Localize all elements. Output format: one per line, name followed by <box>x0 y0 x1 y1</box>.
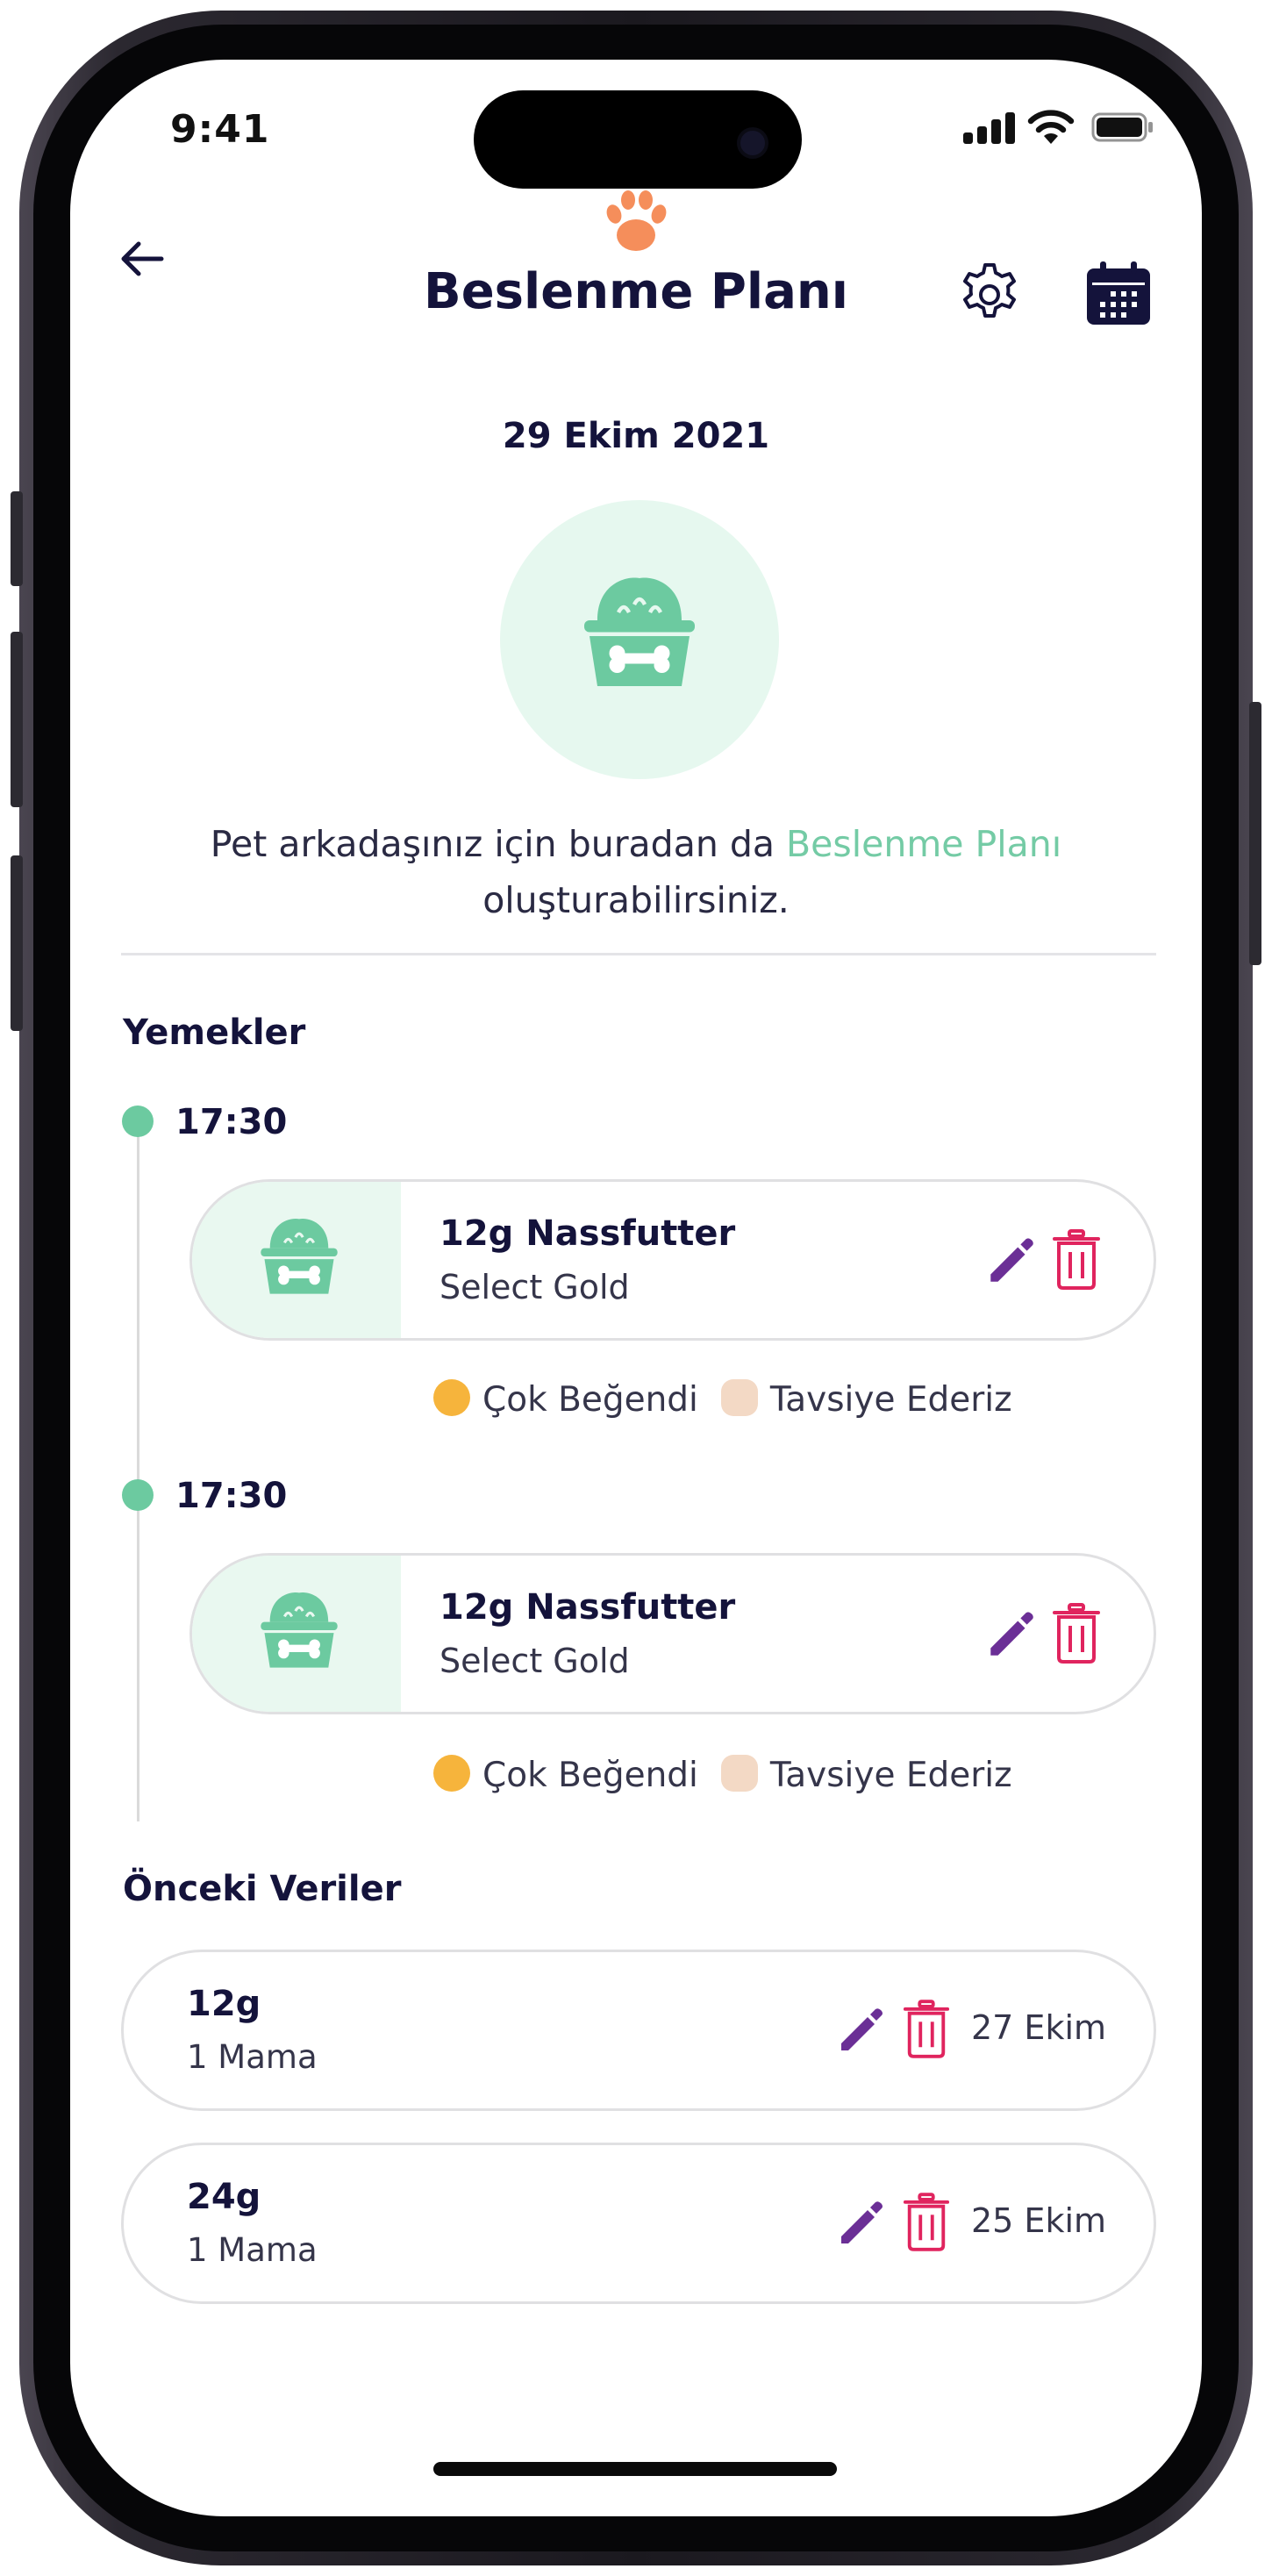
divider <box>121 953 1156 955</box>
description-after: oluşturabilirsiniz. <box>482 879 790 921</box>
thumbs-up-emoji-icon <box>720 1379 758 1416</box>
hero-circle <box>500 500 779 779</box>
status-time: 9:41 <box>170 107 270 152</box>
meal-subtitle: Select Gold <box>439 1642 630 1680</box>
trash-icon[interactable] <box>1052 1603 1101 1664</box>
description-text: Pet arkadaşınız için buradan da Beslenme… <box>175 816 1097 928</box>
arrow-left-icon[interactable] <box>118 237 165 281</box>
meal-thumbnail <box>192 1556 401 1712</box>
home-indicator[interactable] <box>433 2462 837 2476</box>
page-title: Beslenme Planı <box>424 263 848 320</box>
previous-record-card[interactable]: 12g 1 Mama 27 Ekim <box>121 1950 1156 2111</box>
food-bowl-icon <box>261 1219 338 1294</box>
action-button <box>11 491 23 586</box>
record-subtitle: 1 Mama <box>187 2038 318 2076</box>
paw-icon <box>606 190 667 251</box>
heart-eyes-emoji-icon <box>433 1379 470 1416</box>
description-before: Pet arkadaşınız için buradan da <box>210 823 787 865</box>
meal-card[interactable]: 12g Nassfutter Select Gold <box>189 1179 1156 1341</box>
calendar-icon[interactable] <box>1084 260 1153 328</box>
reaction-label: Tavsiye Ederiz <box>769 1380 1012 1420</box>
reaction-label: Tavsiye Ederiz <box>769 1756 1012 1795</box>
reaction-label: Çok Beğendi <box>482 1380 698 1420</box>
wifi-icon <box>1027 110 1075 144</box>
volume-up-button <box>11 632 23 807</box>
timeline-line <box>137 1135 139 1821</box>
trash-icon[interactable] <box>1052 1229 1101 1291</box>
gear-icon[interactable] <box>956 261 1023 328</box>
pencil-icon[interactable] <box>983 1233 1038 1287</box>
food-bowl-icon <box>261 1592 338 1668</box>
trash-icon[interactable] <box>903 2000 950 2059</box>
timeline-dot <box>122 1479 154 1511</box>
battery-icon <box>1091 112 1153 142</box>
record-subtitle: 1 Mama <box>187 2231 318 2269</box>
meal-card[interactable]: 12g Nassfutter Select Gold <box>189 1553 1156 1714</box>
trash-icon[interactable] <box>903 2193 950 2252</box>
record-date: 27 Ekim <box>971 2008 1107 2047</box>
record-amount: 24g <box>187 2177 261 2217</box>
record-date: 25 Ekim <box>971 2201 1107 2240</box>
meal-subtitle: Select Gold <box>439 1268 630 1306</box>
food-bowl-icon <box>584 577 695 686</box>
volume-down-button <box>11 855 23 1031</box>
reaction-label: Çok Beğendi <box>482 1756 698 1795</box>
thumbs-up-emoji-icon <box>720 1755 758 1792</box>
meal-time: 17:30 <box>175 1102 288 1142</box>
meal-time: 17:30 <box>175 1476 288 1516</box>
meals-section-title: Yemekler <box>123 1013 306 1053</box>
meal-title: 12g Nassfutter <box>439 1213 736 1254</box>
pencil-icon[interactable] <box>983 1606 1038 1661</box>
description-link[interactable]: Beslenme Planı <box>786 823 1061 865</box>
selected-date: 29 Ekim 2021 <box>502 416 770 456</box>
record-amount: 12g <box>187 1984 261 2024</box>
heart-eyes-emoji-icon <box>433 1755 470 1792</box>
pencil-icon[interactable] <box>834 2196 887 2249</box>
meal-reactions: Çok Beğendi Tavsiye Ederiz <box>433 1379 1012 1420</box>
meal-thumbnail <box>192 1182 401 1338</box>
meal-reactions: Çok Beğendi Tavsiye Ederiz <box>433 1755 1012 1795</box>
cellular-signal-icon <box>963 112 1016 144</box>
power-button <box>1249 702 1261 965</box>
previous-record-card[interactable]: 24g 1 Mama 25 Ekim <box>121 2143 1156 2304</box>
pencil-icon[interactable] <box>834 2003 887 2056</box>
front-camera <box>737 127 768 159</box>
previous-section-title: Önceki Veriler <box>123 1869 402 1909</box>
timeline-dot <box>122 1106 154 1137</box>
meal-title: 12g Nassfutter <box>439 1587 736 1628</box>
